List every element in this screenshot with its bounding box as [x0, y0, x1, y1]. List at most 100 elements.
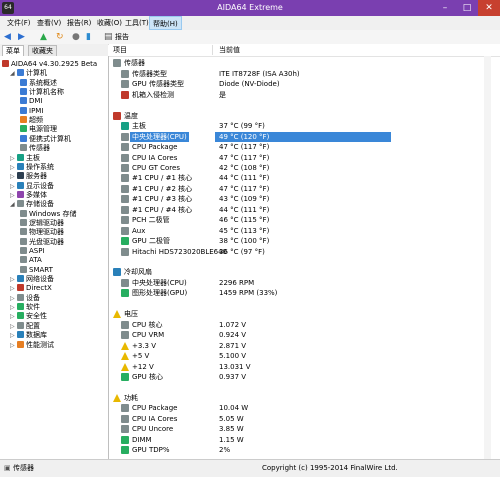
tree-item[interactable]: 超频: [20, 116, 43, 125]
section-header[interactable]: 功耗: [109, 393, 500, 403]
tree-item[interactable]: ◢ 计算机: [10, 69, 47, 78]
column-field[interactable]: 项目: [113, 44, 127, 56]
menu-report[interactable]: 报告(R): [64, 16, 94, 30]
sensor-row[interactable]: GPU 二极管 38 °C (100 °F): [109, 236, 500, 246]
tree-item[interactable]: 传感器: [20, 144, 50, 153]
tree-item[interactable]: ASPI: [20, 247, 45, 256]
sensor-row[interactable]: CPU Package 47 °C (117 °F): [109, 142, 500, 152]
tree-item[interactable]: 物理驱动器: [20, 228, 64, 237]
expand-toggle-icon[interactable]: ▷: [10, 341, 17, 350]
report-button[interactable]: 报告: [115, 32, 129, 42]
sensor-row[interactable]: GPU TDP% 2%: [109, 445, 500, 455]
sensor-row[interactable]: CPU Package 10.04 W: [109, 403, 500, 413]
expand-toggle-icon[interactable]: ◢: [10, 69, 17, 78]
tree-item[interactable]: ▷ DirectX: [10, 284, 52, 293]
expand-toggle-icon[interactable]: ▷: [10, 163, 17, 172]
sensor-row[interactable]: CPU 核心 1.072 V: [109, 320, 500, 330]
tree-item[interactable]: Windows 存储: [20, 209, 76, 219]
minimize-button[interactable]: –: [434, 0, 456, 16]
expand-toggle-icon[interactable]: ▷: [10, 182, 17, 191]
sensor-row[interactable]: 图形处理器(GPU) 1459 RPM (33%): [109, 288, 500, 298]
tree-item[interactable]: ▷ 服务器: [10, 172, 47, 181]
section-header[interactable]: 电压: [109, 309, 500, 319]
column-value[interactable]: 当前值: [219, 44, 240, 56]
tree-item-icon: [17, 181, 24, 189]
menu-tools[interactable]: 工具(T): [122, 16, 152, 30]
sensor-row[interactable]: GPU 传感器类型 Diode (NV-Diode): [109, 79, 500, 89]
sensor-row[interactable]: CPU VRM 0.924 V: [109, 330, 500, 340]
sensor-row[interactable]: +3.3 V 2.871 V: [109, 341, 500, 351]
expand-toggle-icon[interactable]: ▷: [10, 312, 17, 321]
sensor-row[interactable]: #1 CPU / #2 核心 47 °C (117 °F): [109, 184, 500, 194]
sensor-row[interactable]: 主板 37 °C (99 °F): [109, 121, 500, 131]
tree-item[interactable]: IPMI: [20, 106, 43, 116]
tree-item[interactable]: ▷ 性能测试: [10, 340, 54, 350]
expand-toggle-icon[interactable]: ▷: [10, 275, 17, 284]
menu-help[interactable]: 帮助(H): [149, 16, 182, 30]
tree-item[interactable]: 便携式计算机: [20, 134, 71, 144]
sensor-row[interactable]: CPU IA Cores 47 °C (117 °F): [109, 153, 500, 163]
sensor-row[interactable]: #1 CPU / #3 核心 43 °C (109 °F): [109, 194, 500, 204]
user-icon[interactable]: ●: [72, 32, 80, 42]
menu-view[interactable]: 查看(V): [34, 16, 64, 30]
sensor-row[interactable]: #1 CPU / #4 核心 44 °C (111 °F): [109, 205, 500, 215]
tree-item[interactable]: ▷ 多媒体: [10, 190, 47, 200]
tree-item[interactable]: ▷ 网络设备: [10, 275, 54, 284]
tree-item[interactable]: ▷ 显示设备: [10, 181, 54, 191]
sensor-row[interactable]: 中央处理器(CPU) 2296 RPM: [109, 278, 500, 288]
sensor-row[interactable]: 机箱入侵检测 是: [109, 90, 500, 100]
sensor-row[interactable]: CPU Uncore 3.85 W: [109, 424, 500, 434]
maximize-button[interactable]: □: [456, 0, 478, 16]
tree-item[interactable]: 系统概述: [20, 78, 57, 88]
sensor-row[interactable]: CPU IA Cores 5.05 W: [109, 414, 500, 424]
tree-item[interactable]: ▷ 数据库: [10, 331, 47, 340]
tree-item[interactable]: ▷ 软件: [10, 303, 40, 312]
forward-icon[interactable]: ▶: [18, 32, 25, 42]
sensor-row[interactable]: Aux 45 °C (113 °F): [109, 226, 500, 236]
section-header[interactable]: 冷却风扇: [109, 267, 500, 277]
menu-favorites[interactable]: 收藏(O): [94, 16, 125, 30]
expand-toggle-icon[interactable]: ▷: [10, 172, 17, 181]
sensor-row[interactable]: Hitachi HDS723020BLE640 36 °C (97 °F): [109, 247, 500, 257]
tree-item[interactable]: ▷ 设备: [10, 293, 40, 303]
tree-item[interactable]: 逻辑驱动器: [20, 218, 64, 228]
sensor-row[interactable]: +12 V 13.031 V: [109, 362, 500, 372]
section-header[interactable]: 传感器: [109, 58, 500, 68]
chart-icon[interactable]: ▮: [86, 32, 91, 42]
tree-item[interactable]: ◢ 存储设备: [10, 200, 54, 209]
refresh-icon[interactable]: ↻: [56, 32, 64, 42]
tree-item[interactable]: SMART: [20, 265, 53, 275]
sensor-row[interactable]: +5 V 5.100 V: [109, 351, 500, 361]
expand-toggle-icon[interactable]: ▷: [10, 154, 17, 163]
tree-item[interactable]: 电源管理: [20, 125, 57, 134]
sensor-row[interactable]: GPU 核心 0.937 V: [109, 372, 500, 382]
back-icon[interactable]: ◀: [4, 32, 11, 42]
tree-item[interactable]: ▷ 配置: [10, 321, 40, 331]
sensor-row[interactable]: #1 CPU / #1 核心 44 °C (111 °F): [109, 173, 500, 183]
expand-toggle-icon[interactable]: ▷: [10, 331, 17, 340]
expand-toggle-icon[interactable]: ▷: [10, 303, 17, 312]
tree-item[interactable]: ▷ 主板: [10, 153, 40, 163]
sensor-row[interactable]: DIMM 1.15 W: [109, 435, 500, 445]
tree-item[interactable]: AIDA64 v4.30.2925 Beta: [2, 60, 97, 69]
tree-item[interactable]: ▷ 安全性: [10, 312, 47, 321]
sensor-row[interactable]: PCH 二极管 46 °C (115 °F): [109, 215, 500, 225]
expand-toggle-icon[interactable]: ▷: [10, 191, 17, 200]
close-button[interactable]: ✕: [478, 0, 500, 16]
expand-toggle-icon[interactable]: ▷: [10, 294, 17, 303]
sensor-row[interactable]: CPU GT Cores 42 °C (108 °F): [109, 163, 500, 173]
section-header[interactable]: 温度: [109, 111, 500, 121]
expand-toggle-icon[interactable]: ◢: [10, 200, 17, 209]
up-icon[interactable]: ▲: [40, 32, 47, 42]
tree-item[interactable]: ▷ 操作系统: [10, 162, 54, 172]
tree-item[interactable]: 光盘驱动器: [20, 237, 64, 247]
expand-toggle-icon[interactable]: ▷: [10, 322, 17, 331]
scrollbar[interactable]: [484, 56, 491, 459]
expand-toggle-icon[interactable]: ▷: [10, 284, 17, 293]
tree-item[interactable]: DMI: [20, 97, 43, 106]
sensor-row[interactable]: 中央处理器(CPU) 49 °C (120 °F): [109, 131, 500, 142]
tree-item[interactable]: ATA: [20, 256, 42, 265]
tree-item[interactable]: 计算机名称: [20, 88, 64, 97]
menu-file[interactable]: 文件(F): [4, 16, 34, 30]
sensor-row[interactable]: 传感器类型 ITE IT8728F (ISA A30h): [109, 69, 500, 79]
